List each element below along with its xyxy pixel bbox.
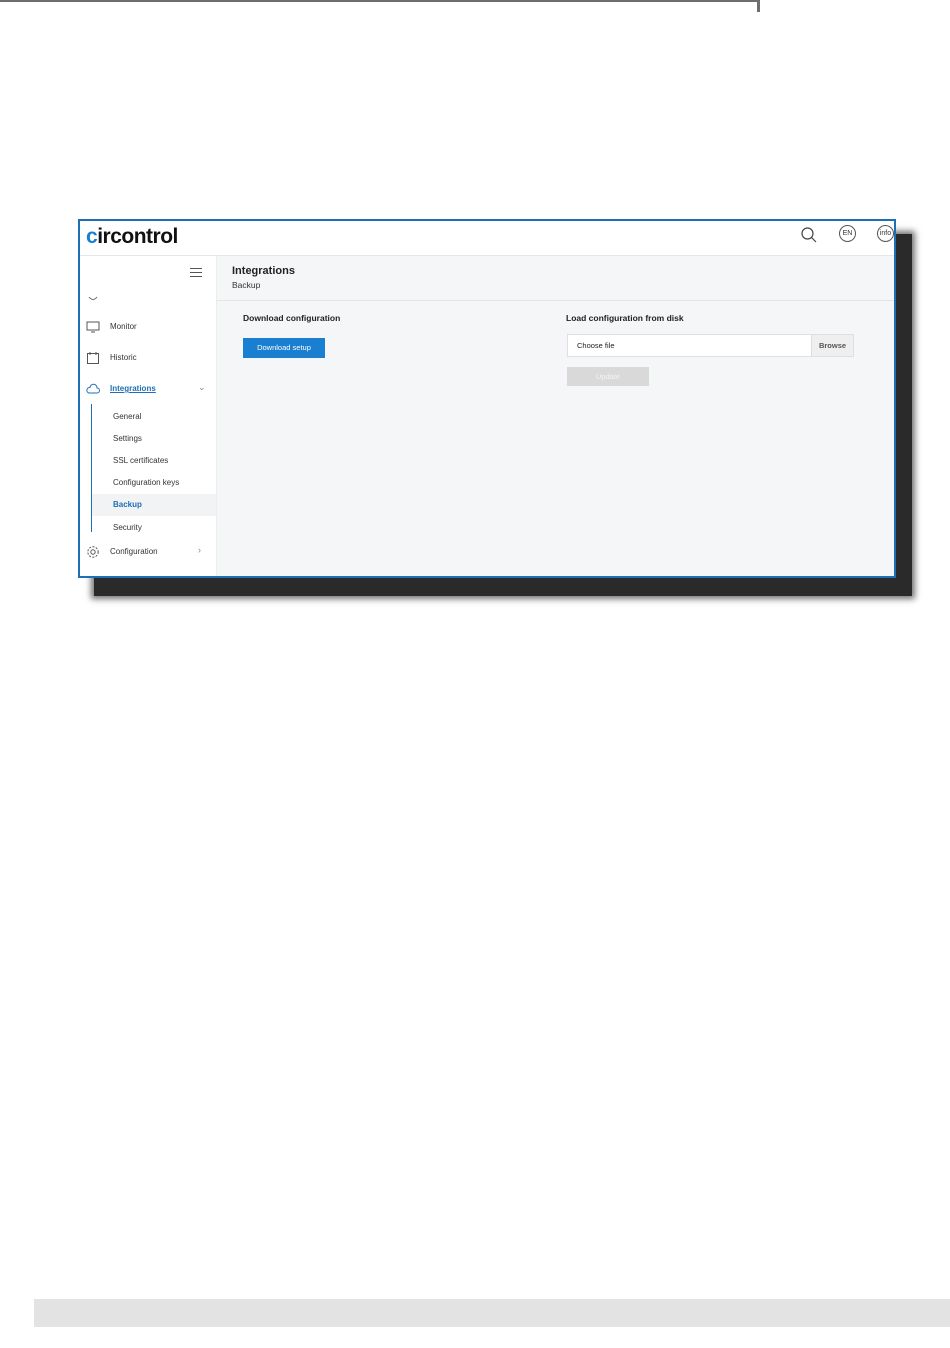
menu-toggle-icon[interactable] bbox=[190, 268, 202, 280]
sub-item-configuration-keys[interactable]: Configuration keys bbox=[92, 472, 216, 494]
sub-item-general[interactable]: General bbox=[92, 406, 216, 428]
calendar-icon bbox=[87, 352, 99, 364]
sub-item-label: Backup bbox=[113, 500, 142, 509]
info-button[interactable]: info bbox=[877, 225, 894, 242]
top-rule bbox=[0, 0, 760, 2]
sidebar-item-label: Integrations bbox=[110, 384, 156, 393]
logo-mark: c bbox=[86, 225, 98, 248]
sidebar-item-label: Historic bbox=[110, 353, 137, 362]
sub-item-security[interactable]: Security bbox=[92, 517, 216, 539]
download-setup-button[interactable]: Download setup bbox=[243, 338, 325, 358]
search-icon[interactable] bbox=[800, 226, 818, 244]
gear-icon bbox=[87, 546, 99, 558]
sidebar-item-label: Monitor bbox=[110, 322, 137, 331]
monitor-icon bbox=[86, 321, 100, 333]
footer-bar bbox=[34, 1299, 950, 1327]
load-section-title: Load configuration from disk bbox=[566, 313, 684, 323]
download-section-title: Download configuration bbox=[243, 313, 341, 323]
sidebar-item-configuration[interactable]: Configuration › bbox=[80, 542, 216, 564]
sub-item-label: Settings bbox=[113, 434, 142, 443]
sub-item-ssl-certificates[interactable]: SSL certificates bbox=[92, 450, 216, 472]
sidebar-item-integrations[interactable]: Integrations ⌄ bbox=[80, 379, 216, 401]
sidebar: Monitor Historic Integrations ⌄ General … bbox=[80, 256, 217, 576]
page-subtitle: Backup bbox=[232, 280, 261, 290]
chevron-right-icon: › bbox=[198, 545, 201, 555]
page-header: Integrations Backup bbox=[217, 256, 894, 301]
partial-nav-icon bbox=[88, 296, 98, 300]
sub-item-backup[interactable]: Backup bbox=[92, 494, 216, 516]
sub-item-label: Security bbox=[113, 523, 142, 532]
language-button[interactable]: EN bbox=[839, 225, 856, 242]
main-content: Integrations Backup Download configurati… bbox=[217, 256, 894, 576]
sub-item-label: SSL certificates bbox=[113, 456, 169, 465]
app-window: circontrol EN info Monitor Historic Inte… bbox=[78, 219, 896, 578]
file-input[interactable]: Choose file Browse bbox=[567, 334, 854, 357]
file-input-placeholder: Choose file bbox=[577, 341, 615, 350]
sub-item-settings[interactable]: Settings bbox=[92, 428, 216, 450]
app-header: circontrol EN info bbox=[80, 221, 894, 256]
sidebar-item-historic[interactable]: Historic bbox=[80, 348, 216, 370]
brand-logo[interactable]: circontrol bbox=[86, 225, 178, 249]
chevron-down-icon: ⌄ bbox=[198, 382, 206, 392]
top-rule-end bbox=[757, 0, 760, 12]
sidebar-item-label: Configuration bbox=[110, 547, 158, 556]
update-button[interactable]: Update bbox=[567, 367, 649, 386]
sidebar-item-monitor[interactable]: Monitor bbox=[80, 317, 216, 339]
sub-item-label: Configuration keys bbox=[113, 478, 180, 487]
browse-button[interactable]: Browse bbox=[811, 335, 853, 356]
page-title: Integrations bbox=[232, 265, 295, 277]
sub-item-label: General bbox=[113, 412, 142, 421]
logo-text: ircontrol bbox=[97, 225, 178, 248]
cloud-icon bbox=[86, 383, 100, 394]
